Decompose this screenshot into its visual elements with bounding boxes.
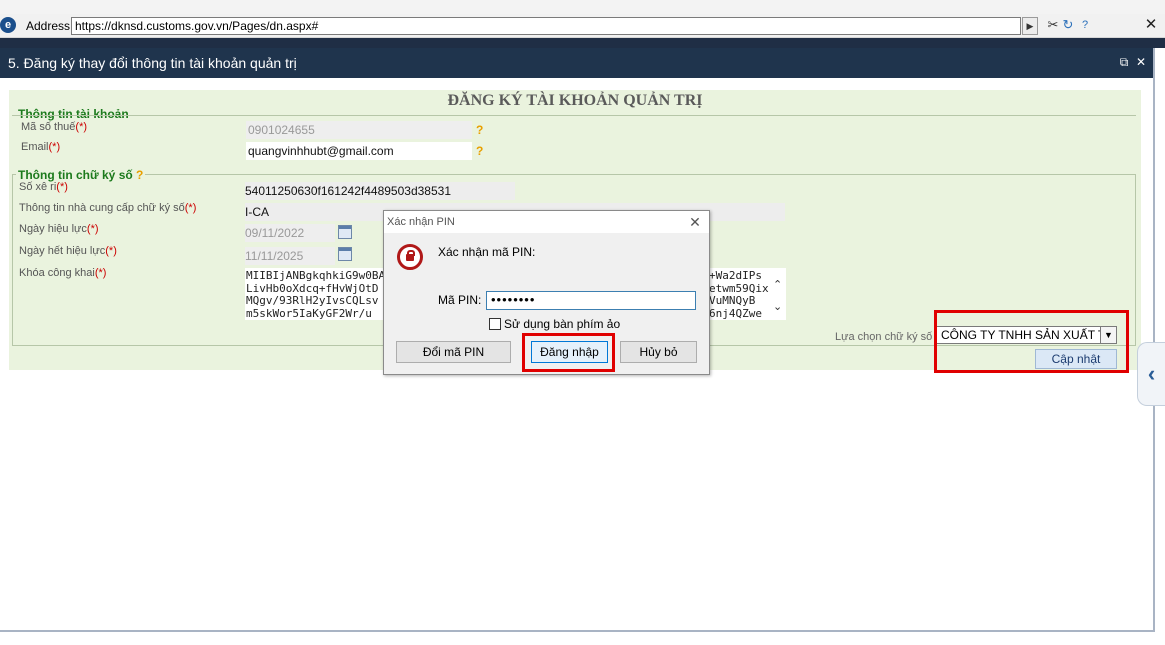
valid-from-label: Ngày hiệu lực(*) <box>19 223 99 235</box>
valid-from-field[interactable]: 09/11/2022 <box>245 224 335 242</box>
pin-dialog: Xác nhận PIN ✕ Xác nhận mã PIN: Mã PIN: … <box>383 210 710 375</box>
valid-to-label: Ngày hết hiệu lực(*) <box>19 245 117 257</box>
email-label: Email(*) <box>21 141 61 153</box>
serial-label: Số xê ri(*) <box>19 181 68 193</box>
address-bar: e Address: https://dknsd.customs.gov.vn/… <box>0 14 1165 38</box>
close-icon[interactable]: ✕ <box>1134 55 1148 69</box>
cancel-button[interactable]: Hủy bỏ <box>620 341 697 363</box>
provider-label: Thông tin nhà cung cấp chữ ký số(*) <box>19 202 197 214</box>
change-pin-button[interactable]: Đổi mã PIN <box>396 341 511 363</box>
select-signature-label: Lựa chọn chữ ký số <box>835 331 933 343</box>
restore-icon[interactable]: ⧉ <box>1117 55 1131 69</box>
signature-help-icon[interactable]: ? <box>136 168 143 182</box>
chevron-left-icon: ‹ <box>1147 361 1156 386</box>
valid-to-field[interactable]: 11/11/2025 <box>245 247 335 265</box>
public-key-line: MIIBIjANBgkqhkiG9w0BA <box>246 269 386 282</box>
browser-logo-icon: e <box>0 17 16 33</box>
highlight-box <box>934 310 1129 373</box>
public-key-line: MQgv/93RlH2yIvsCQLsv <box>246 294 379 307</box>
site-nav-band <box>0 38 1165 48</box>
form-heading: ĐĂNG KÝ TÀI KHOẢN QUẢN TRỊ <box>447 92 703 109</box>
highlight-box <box>522 333 615 372</box>
panel-title: 5. Đăng ký thay đổi thông tin tài khoản … <box>8 55 297 71</box>
account-section-box <box>12 115 1136 167</box>
go-arrow-icon[interactable]: ▶ <box>1022 17 1038 35</box>
close-window-icon[interactable]: ✕ <box>1143 16 1159 34</box>
public-key-textarea[interactable]: MIIBIjANBgkqhkiG9w0BA LivHb0oXdcq+fHvWjO… <box>245 268 385 320</box>
pin-label: Mã PIN: <box>438 293 482 307</box>
compatibility-icon[interactable]: ↻ <box>1061 18 1075 32</box>
tax-code-label: Mã số thuế(*) <box>21 121 88 133</box>
scroll-down-icon[interactable]: ⌄ <box>773 300 782 313</box>
virtual-keyboard-label: Sử dụng bàn phím ảo <box>504 317 621 331</box>
panel-title-bar: 5. Đăng ký thay đổi thông tin tài khoản … <box>0 48 1153 78</box>
address-label: Address: <box>26 19 74 33</box>
dialog-close-icon[interactable]: ✕ <box>687 214 703 230</box>
tools-icon[interactable]: ✂ <box>1046 18 1060 32</box>
calendar-icon[interactable] <box>338 247 352 261</box>
side-panel-toggle[interactable]: ‹ <box>1137 342 1165 406</box>
pin-input[interactable]: •••••••• <box>486 291 696 310</box>
lock-icon <box>397 244 423 270</box>
calendar-icon[interactable] <box>338 225 352 239</box>
scroll-up-icon[interactable]: ⌃ <box>773 278 782 291</box>
serial-field[interactable]: 54011250630f161242f4489503d38531 <box>245 182 515 200</box>
virtual-keyboard-checkbox[interactable] <box>489 318 501 330</box>
address-input[interactable]: https://dknsd.customs.gov.vn/Pages/dn.as… <box>71 17 1021 35</box>
public-key-label: Khóa công khai(*) <box>19 267 107 279</box>
pin-prompt: Xác nhận mã PIN: <box>438 245 536 259</box>
email-field[interactable]: quangvinhhubt@gmail.com <box>246 142 472 160</box>
public-key-line: m5skWor5IaKyGF2Wr/u <box>246 306 372 320</box>
tax-code-field[interactable]: 0901024655 <box>246 121 472 139</box>
dialog-title: Xác nhận PIN <box>387 216 455 228</box>
help-icon[interactable]: ? <box>1078 18 1092 32</box>
dialog-title-bar: Xác nhận PIN ✕ <box>384 211 709 233</box>
signature-section-legend: Thông tin chữ ký số ? <box>16 168 146 182</box>
tax-code-help-icon[interactable]: ? <box>476 123 483 137</box>
email-help-icon[interactable]: ? <box>476 144 483 158</box>
